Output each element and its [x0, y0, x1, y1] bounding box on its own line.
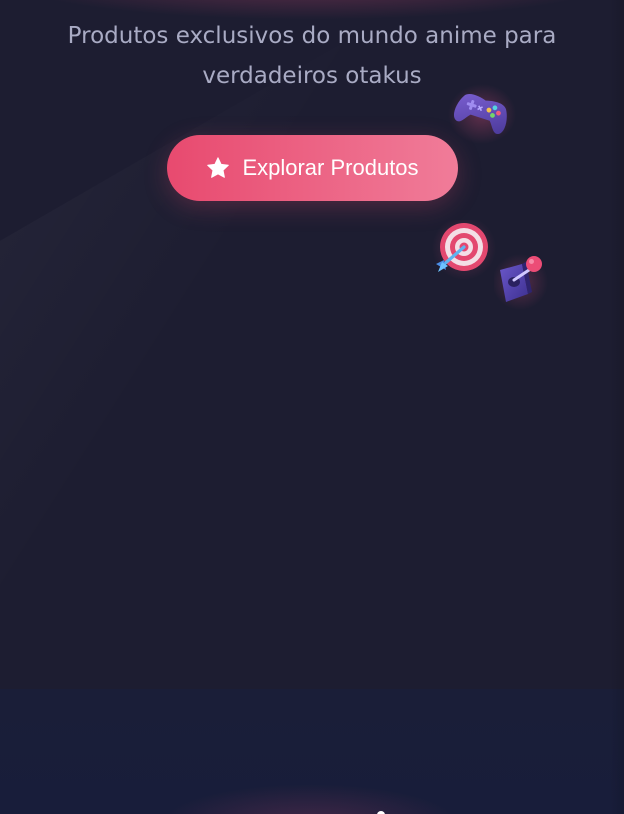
explore-products-button[interactable]: Explorar Produtos — [167, 135, 458, 201]
star-icon — [206, 156, 230, 180]
explore-products-label: Explorar Produtos — [242, 155, 419, 180]
gamepad-icon — [446, 80, 518, 146]
background-sheen — [0, 9, 400, 691]
joystick-icon — [494, 250, 550, 310]
page-edge-shade — [610, 0, 624, 814]
section-glow — [160, 784, 460, 814]
target-icon — [428, 220, 498, 290]
next-section — [0, 689, 624, 814]
